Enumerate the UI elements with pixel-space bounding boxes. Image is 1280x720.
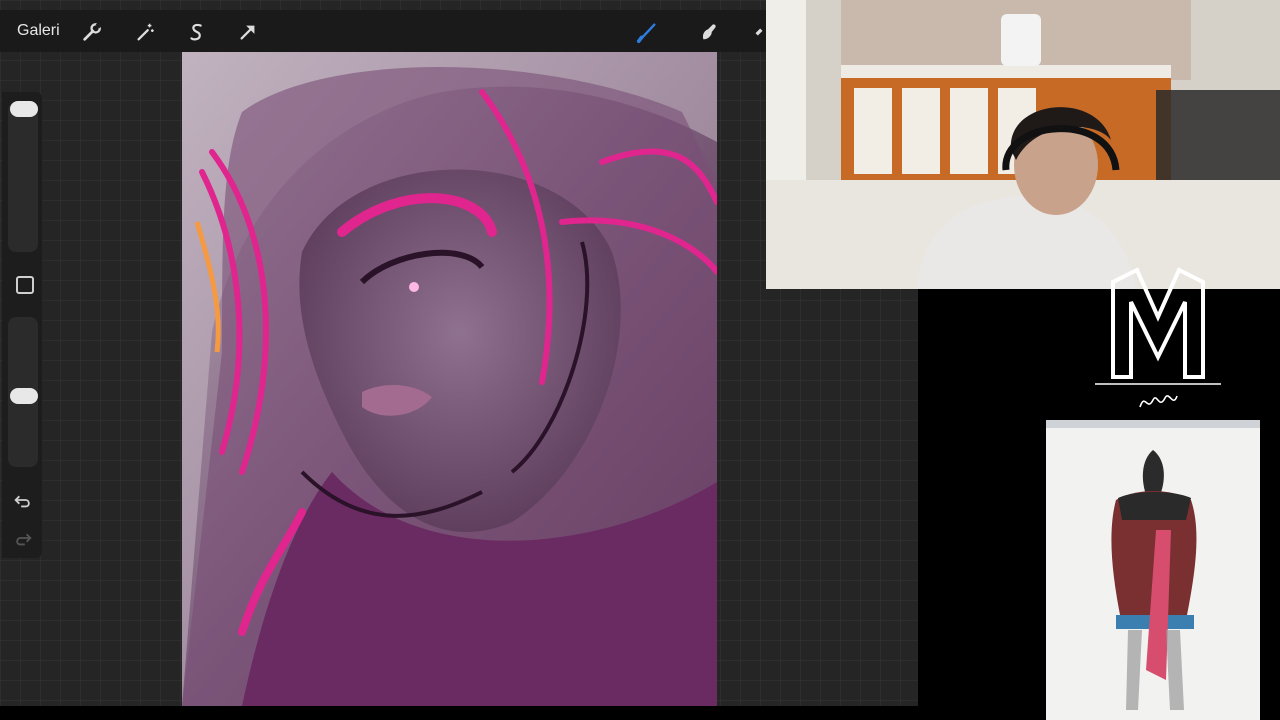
drawing-canvas[interactable]	[182, 52, 717, 706]
left-sidebar	[2, 92, 42, 558]
transform-arrow-icon[interactable]	[236, 20, 260, 44]
reference-photo	[1046, 420, 1260, 720]
channel-logo	[1095, 267, 1221, 408]
wrench-icon[interactable]	[80, 20, 104, 44]
paper-edge	[1046, 420, 1260, 428]
appliance	[1001, 14, 1041, 66]
door	[766, 0, 806, 200]
modify-button[interactable]	[16, 276, 34, 294]
counter-top	[841, 65, 1171, 79]
cabinet-door	[950, 88, 988, 174]
logo-mark	[1111, 267, 1205, 379]
magic-wand-icon[interactable]	[133, 20, 157, 44]
gallery-button[interactable]: Galeri	[17, 22, 60, 40]
opacity-thumb[interactable]	[10, 388, 38, 404]
signature-mark	[1139, 395, 1178, 408]
brush-icon[interactable]	[635, 20, 659, 44]
smudge-icon[interactable]	[697, 20, 721, 44]
fur-shoulders	[1118, 492, 1191, 520]
brush-size-slider[interactable]	[8, 102, 38, 252]
brush-size-thumb[interactable]	[10, 101, 38, 117]
redo-icon[interactable]	[12, 527, 34, 549]
cabinet-door	[854, 88, 892, 174]
selection-icon[interactable]	[185, 20, 209, 44]
cabinet-door	[902, 88, 940, 174]
undo-icon[interactable]	[12, 489, 34, 511]
webcam-feed	[766, 0, 1280, 289]
eraser-icon[interactable]	[752, 20, 766, 44]
eye-highlight	[409, 282, 419, 292]
